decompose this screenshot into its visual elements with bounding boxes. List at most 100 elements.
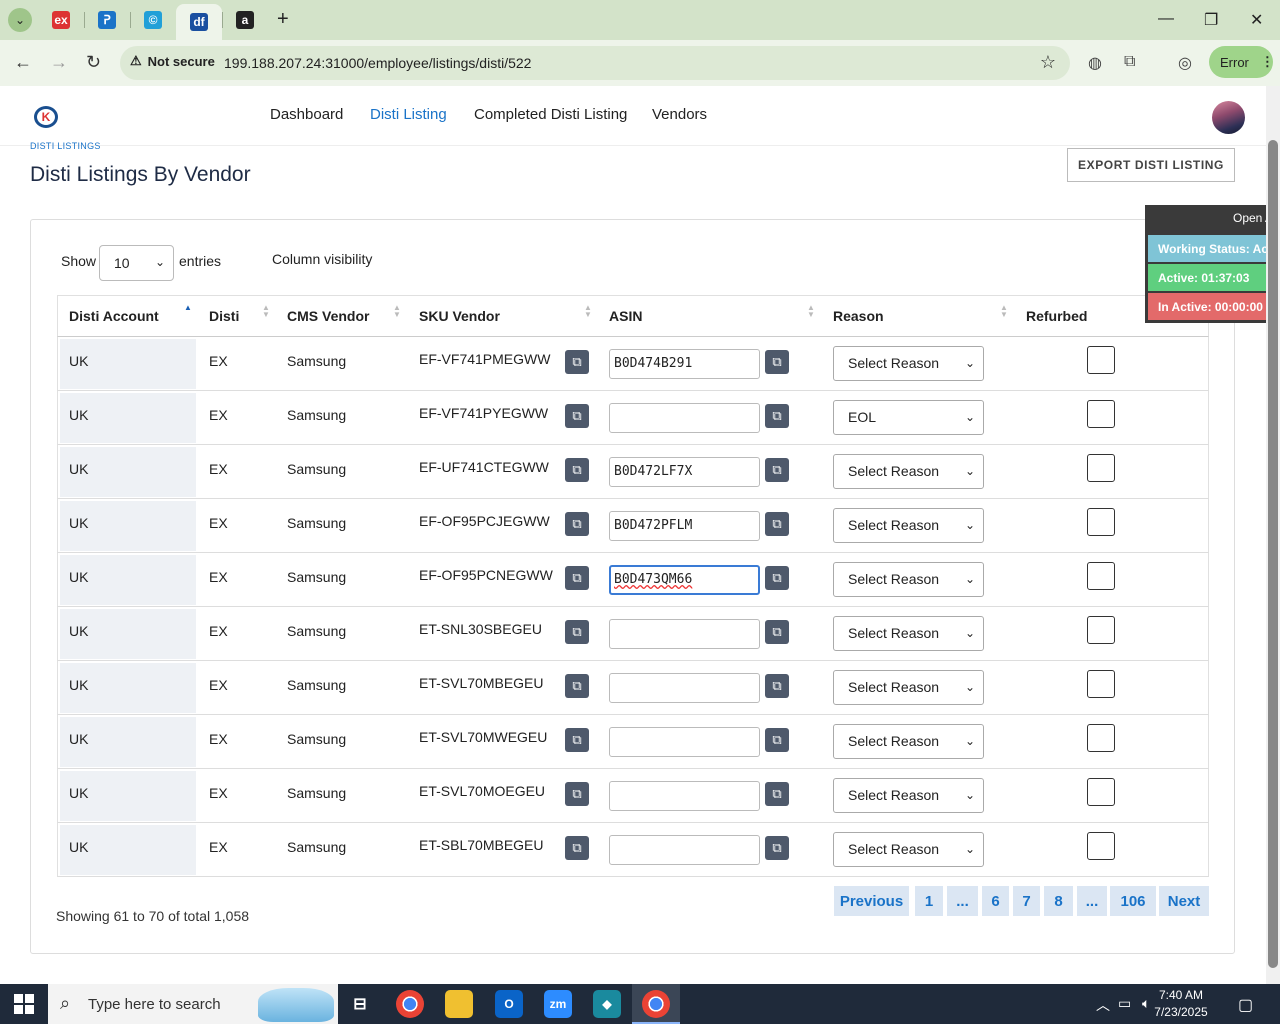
reload-icon[interactable]: ↻ [86, 52, 101, 73]
reason-select[interactable]: Select Reason ⌄ [833, 346, 984, 381]
sort-icon[interactable]: ▲ ▼ [262, 304, 270, 319]
copy-sku-icon[interactable]: ⧉ [565, 674, 589, 698]
reason-select[interactable]: Select Reason ⌄ [833, 832, 984, 867]
sort-icon[interactable]: ▲ ▼ [1000, 304, 1008, 319]
tab-search-button[interactable]: ⌄ [0, 0, 40, 40]
copy-asin-icon[interactable]: ⧉ [765, 566, 789, 590]
browser-tab[interactable]: ex [38, 0, 84, 40]
refurbed-checkbox[interactable] [1087, 616, 1115, 644]
extensions-icon[interactable]: ⧉ [1124, 53, 1135, 71]
pagination-page[interactable]: 106 [1110, 886, 1156, 916]
reason-select[interactable]: Select Reason ⌄ [833, 454, 984, 489]
chrome-icon[interactable] [396, 990, 424, 1018]
asin-input[interactable]: B0D474B291 [609, 349, 760, 379]
copy-asin-icon[interactable]: ⧉ [765, 836, 789, 860]
outlook-icon[interactable]: O [495, 990, 523, 1018]
back-icon[interactable]: ← [14, 52, 32, 73]
sort-asc-icon[interactable]: ▲ ▼ [184, 304, 192, 319]
windows-start-icon[interactable] [14, 994, 34, 1014]
translate-icon[interactable]: ◍ [1088, 53, 1102, 73]
restore-icon[interactable]: ❐ [1204, 10, 1218, 30]
pagination-page[interactable]: ... [947, 886, 978, 916]
column-visibility-button[interactable]: Column visibility [272, 251, 372, 267]
nav-vendors[interactable]: Vendors [652, 106, 707, 123]
header-sku-vendor[interactable]: SKU Vendor [419, 308, 500, 324]
refurbed-checkbox[interactable] [1087, 562, 1115, 590]
nav-disti-listing[interactable]: Disti Listing [370, 106, 447, 123]
refurbed-checkbox[interactable] [1087, 454, 1115, 482]
refurbed-checkbox[interactable] [1087, 346, 1115, 374]
scrollbar-thumb[interactable] [1268, 140, 1278, 968]
asin-input[interactable]: B0D472LF7X [609, 457, 760, 487]
pagination-page[interactable]: 8 [1044, 886, 1073, 916]
header-cms-vendor[interactable]: CMS Vendor [287, 308, 369, 324]
url-text[interactable]: 199.188.207.24:31000/employee/listings/d… [224, 55, 531, 71]
copy-asin-icon[interactable]: ⧉ [765, 782, 789, 806]
asin-input[interactable] [609, 673, 760, 703]
tray-chevron-icon[interactable]: ︿ [1096, 995, 1110, 1015]
asin-input[interactable] [609, 781, 760, 811]
header-reason[interactable]: Reason [833, 308, 884, 324]
asin-input[interactable] [609, 835, 760, 865]
header-disti[interactable]: Disti [209, 308, 239, 324]
copy-asin-icon[interactable]: ⧉ [765, 350, 789, 374]
refurbed-checkbox[interactable] [1087, 670, 1115, 698]
copy-sku-icon[interactable]: ⧉ [565, 782, 589, 806]
asin-input[interactable]: B0D473QM66 [609, 565, 760, 595]
reason-select[interactable]: Select Reason ⌄ [833, 724, 984, 759]
site-logo[interactable]: K [34, 106, 58, 128]
copy-asin-icon[interactable]: ⧉ [765, 674, 789, 698]
copy-sku-icon[interactable]: ⧉ [565, 836, 589, 860]
pagination-page[interactable]: ... [1077, 886, 1107, 916]
asin-input[interactable] [609, 403, 760, 433]
refurbed-checkbox[interactable] [1087, 724, 1115, 752]
nav-dashboard[interactable]: Dashboard [270, 106, 343, 123]
copy-asin-icon[interactable]: ⧉ [765, 620, 789, 644]
minimize-icon[interactable]: — [1158, 10, 1174, 28]
reason-select[interactable]: Select Reason ⌄ [833, 616, 984, 651]
copy-sku-icon[interactable]: ⧉ [565, 458, 589, 482]
refurbed-checkbox[interactable] [1087, 832, 1115, 860]
asin-input[interactable]: B0D472PFLM [609, 511, 760, 541]
copy-sku-icon[interactable]: ⧉ [565, 728, 589, 752]
copy-sku-icon[interactable]: ⧉ [565, 350, 589, 374]
pagination-page[interactable]: 7 [1013, 886, 1040, 916]
close-window-icon[interactable]: ✕ [1250, 10, 1263, 30]
entries-select[interactable]: 10 ⌄ [99, 245, 174, 281]
browser-tab[interactable]: a [222, 0, 268, 40]
profile-icon[interactable]: ◎ [1178, 53, 1192, 73]
copy-asin-icon[interactable]: ⧉ [765, 458, 789, 482]
pagination-page[interactable]: 6 [982, 886, 1009, 916]
browser-tab[interactable]: © [130, 0, 176, 40]
copy-asin-icon[interactable]: ⧉ [765, 728, 789, 752]
taskbar-search[interactable]: ⌕ Type here to search [48, 984, 338, 1024]
reason-select[interactable]: Select Reason ⌄ [833, 670, 984, 705]
export-disti-listing-button[interactable]: EXPORT DISTI LISTING [1067, 148, 1235, 182]
security-indicator[interactable]: ⚠ Not secure [130, 53, 215, 69]
user-avatar[interactable] [1212, 101, 1245, 134]
reason-select[interactable]: Select Reason ⌄ [833, 508, 984, 543]
forward-icon[interactable]: → [50, 52, 68, 73]
notifications-icon[interactable]: ▢ [1238, 995, 1253, 1015]
reason-select[interactable]: EOL ⌄ [833, 400, 984, 435]
copy-asin-icon[interactable]: ⧉ [765, 512, 789, 536]
refurbed-checkbox[interactable] [1087, 400, 1115, 428]
sort-icon[interactable]: ▲ ▼ [393, 304, 401, 319]
bookmark-star-icon[interactable]: ☆ [1040, 52, 1056, 73]
pagination-page[interactable]: 1 [915, 886, 943, 916]
task-view-icon[interactable]: ⊟ [346, 990, 374, 1018]
refurbed-checkbox[interactable] [1087, 778, 1115, 806]
asin-input[interactable] [609, 619, 760, 649]
header-disti-account[interactable]: Disti Account [69, 308, 159, 324]
zoom-icon[interactable]: zm [544, 990, 572, 1018]
asin-input[interactable] [609, 727, 760, 757]
network-icon[interactable]: ▭ [1118, 995, 1131, 1012]
copy-sku-icon[interactable]: ⧉ [565, 566, 589, 590]
chrome-active-app[interactable] [632, 984, 680, 1024]
app-icon[interactable]: ◆ [593, 990, 621, 1018]
browser-tab[interactable]: ᕈ [84, 0, 130, 40]
sort-icon[interactable]: ▲ ▼ [807, 304, 815, 319]
error-menu-button[interactable]: Error ⋮ [1209, 46, 1274, 78]
new-tab-button[interactable]: + [277, 8, 289, 31]
system-clock[interactable]: 7:40 AM 7/23/2025 [1136, 987, 1226, 1021]
